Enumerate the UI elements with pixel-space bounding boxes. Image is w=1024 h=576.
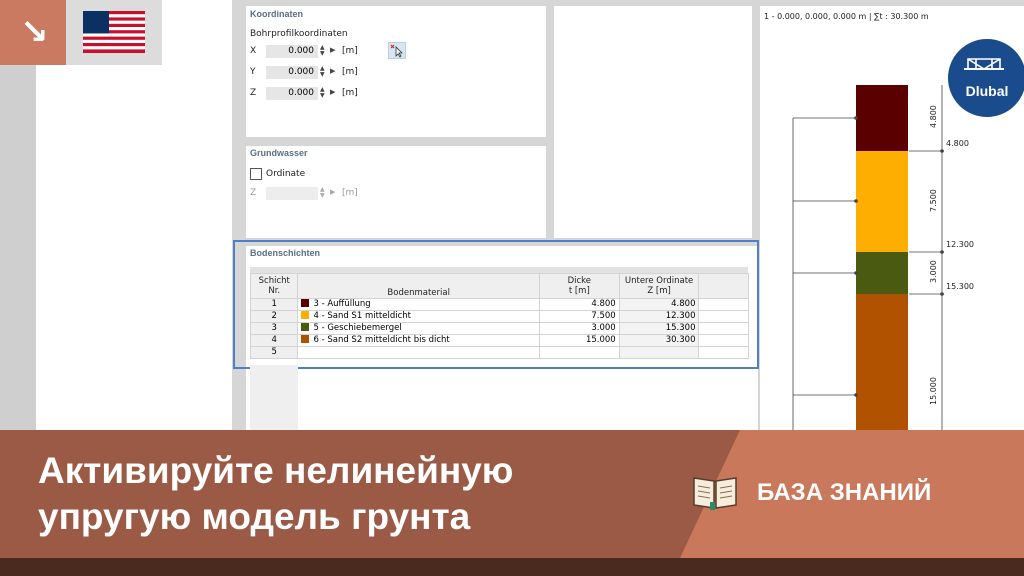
dlubal-logo-text: Dlubal [965,83,1009,99]
thickness-label-1: 4.800 [929,105,938,128]
depth-label-3: 15.300 [946,282,974,291]
banner-headline: Активируйте нелинейную упругую модель гр… [38,448,513,540]
thickness-label-2: 7.500 [929,189,938,212]
depth-label-2: 12.300 [946,240,974,249]
dlubal-bridge-icon [964,58,1004,70]
depth-label-1: 4.800 [946,139,969,148]
banner-headline-line-1: Активируйте нелинейную [38,450,514,491]
knowledge-base-label: БАЗА ЗНАНИЙ [757,479,932,506]
knowledge-base-link[interactable]: БАЗА ЗНАНИЙ [690,472,990,514]
thickness-label-3: 3.000 [929,260,938,283]
banner-headline-line-2: упругую модель грунта [38,496,471,537]
open-book-icon [693,477,737,510]
profile-dimension-lines [792,85,944,440]
dlubal-logo: Dlubal [945,36,1024,120]
thickness-label-4: 15.000 [929,377,938,405]
